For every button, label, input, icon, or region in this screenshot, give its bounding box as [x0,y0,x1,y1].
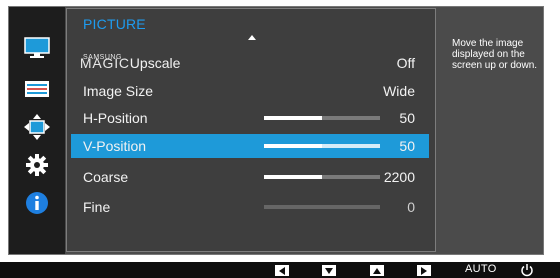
left-arrow-icon [279,266,285,275]
magic-upscale-value: Off [396,55,415,71]
v-position-slider-fill [264,144,322,148]
information-category-button[interactable] [9,185,65,221]
osd-screen: PICTURE SAMSUNGMAGICUpscale Off Image Si… [0,0,560,278]
help-description: Move the image displayed on the screen u… [452,38,538,71]
scroll-up-icon[interactable] [248,35,256,40]
gear-icon [26,154,48,176]
picture-menu-panel: PICTURE SAMSUNGMAGICUpscale Off Image Si… [66,8,436,252]
picture-category-button[interactable] [9,30,65,66]
image-size-value: Wide [383,83,415,99]
position-category-button[interactable] [9,109,65,145]
coarse-slider-fill [264,175,322,179]
power-icon[interactable] [520,263,534,277]
right-button[interactable] [417,265,431,276]
coarse-slider[interactable] [264,175,380,179]
fine-slider[interactable] [264,205,380,209]
v-position-value: 50 [399,138,415,154]
fine-value: 0 [407,199,415,215]
v-position-slider[interactable] [264,144,380,148]
image-size-label: Image Size [83,83,154,99]
info-icon [26,192,48,214]
up-button[interactable] [370,265,384,276]
upscale-label: Upscale [129,55,181,71]
button-guide-bar: AUTO [0,262,560,278]
position-arrows-icon [24,114,50,140]
magic-brand-text: MAGIC [79,55,130,71]
left-button[interactable] [275,265,289,276]
up-arrow-icon [373,267,381,274]
fine-label: Fine [83,199,111,215]
menu-item-h-position[interactable]: H-Position 50 [71,106,429,130]
menu-item-coarse[interactable]: Coarse 2200 [71,165,429,189]
h-position-value: 50 [399,110,415,126]
category-sidebar [9,7,65,254]
down-arrow-icon [325,267,333,274]
right-arrow-icon [421,266,427,275]
magic-upscale-label: SAMSUNGMAGICUpscale [79,54,181,71]
menu-item-fine[interactable]: Fine 0 [71,195,429,219]
system-category-button[interactable] [9,147,65,183]
coarse-value: 2200 [383,169,415,185]
onscreen-display-category-button[interactable] [9,71,65,107]
h-position-slider-fill [264,116,322,120]
auto-button[interactable]: AUTO [465,263,497,275]
coarse-label: Coarse [83,169,129,185]
h-position-slider[interactable] [264,116,380,120]
menu-item-v-position[interactable]: V-Position 50 [71,134,429,158]
v-position-label: V-Position [83,138,147,154]
menu-item-magic-upscale[interactable]: SAMSUNGMAGICUpscale Off [71,51,429,75]
menu-title: PICTURE [83,16,146,32]
monitor-icon [24,37,50,58]
h-position-label: H-Position [83,110,148,126]
menu-item-image-size[interactable]: Image Size Wide [71,79,429,103]
display-settings-icon [25,81,49,97]
down-button[interactable] [322,265,336,276]
